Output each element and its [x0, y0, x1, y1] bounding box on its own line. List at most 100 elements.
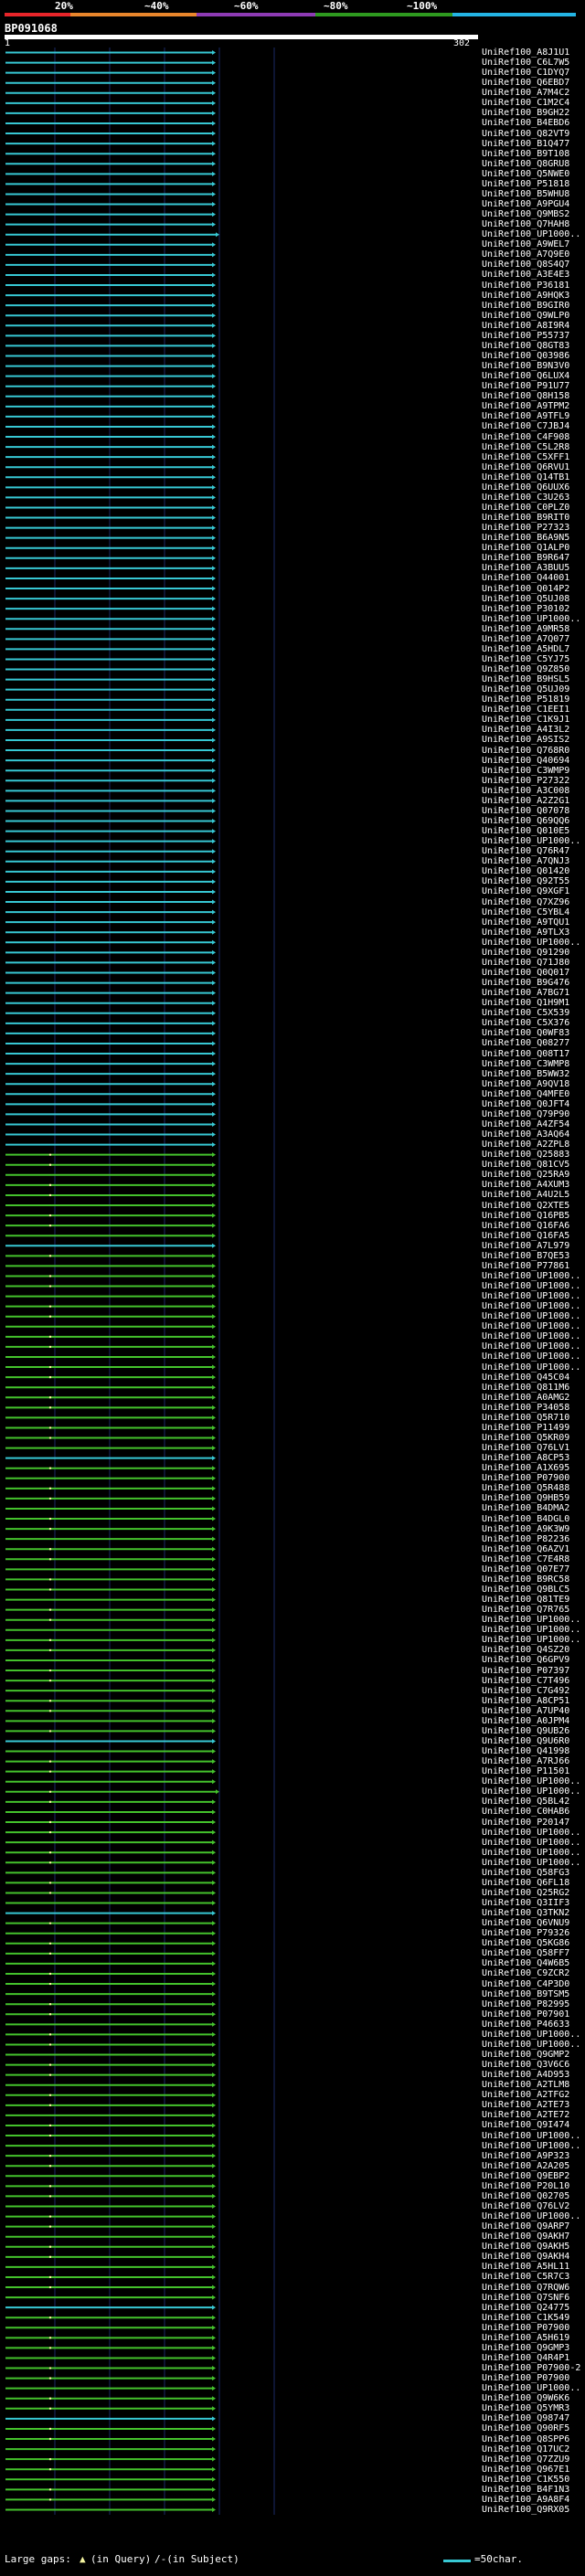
hit-label[interactable]: UniRef100_A3AQ64 — [482, 1129, 569, 1140]
hit-label[interactable]: UniRef100_C1EEI1 — [482, 705, 569, 715]
hit-label[interactable]: UniRef100_A9K3W9 — [482, 1524, 569, 1534]
hit-label[interactable]: UniRef100_Q17UC2 — [482, 2444, 569, 2454]
hit-label[interactable]: UniRef100_A9TLX3 — [482, 928, 569, 938]
hit-label[interactable]: UniRef100_B4F1N3 — [482, 2485, 569, 2495]
hit-label[interactable]: UniRef100_Q90RF5 — [482, 2423, 569, 2433]
hit-label[interactable]: UniRef100_Q9HB59 — [482, 1493, 569, 1503]
hit-label[interactable]: UniRef100_C0HAB6 — [482, 1807, 569, 1817]
hit-label[interactable]: UniRef100_P11501 — [482, 1766, 569, 1776]
hit-label[interactable]: UniRef100_P07900-2 — [482, 2363, 580, 2373]
hit-label[interactable]: UniRef100_Q9GMP3 — [482, 2343, 569, 2353]
hit-label[interactable]: UniRef100_B9RIT0 — [482, 513, 569, 523]
hit-label[interactable]: UniRef100_A4I3L2 — [482, 725, 569, 735]
hit-label[interactable]: UniRef100_P36181 — [482, 281, 569, 291]
hit-label[interactable]: UniRef100_A9MR58 — [482, 624, 569, 634]
hit-label[interactable]: UniRef100_UP1000.. — [482, 1786, 580, 1797]
hit-label[interactable]: UniRef100_Q5NWE0 — [482, 169, 569, 179]
hit-label[interactable]: UniRef100_C1K549 — [482, 2313, 569, 2323]
hit-label[interactable]: UniRef100_A2Z2G1 — [482, 796, 569, 806]
hit-label[interactable]: UniRef100_Q9W6K6 — [482, 2393, 569, 2403]
hit-label[interactable]: UniRef100_Q9Z850 — [482, 664, 569, 674]
hit-label[interactable]: UniRef100_Q4R4P1 — [482, 2353, 569, 2363]
hit-label[interactable]: UniRef100_Q9AKH4 — [482, 2252, 569, 2262]
hit-label[interactable]: UniRef100_Q76LV2 — [482, 2201, 569, 2211]
hit-label[interactable]: UniRef100_Q8H158 — [482, 391, 569, 401]
hit-label[interactable]: UniRef100_C5R7C3 — [482, 2272, 569, 2282]
hit-label[interactable]: UniRef100_P07900 — [482, 2373, 569, 2383]
hit-label[interactable]: UniRef100_P27322 — [482, 776, 569, 786]
hit-label[interactable]: UniRef100_B9HSL5 — [482, 674, 569, 684]
hit-label[interactable]: UniRef100_A7QNJ3 — [482, 856, 569, 866]
hit-label[interactable]: UniRef100_C3U263 — [482, 493, 569, 503]
hit-label[interactable]: UniRef100_UP1000.. — [482, 1352, 580, 1362]
hit-label[interactable]: UniRef100_Q7XZ96 — [482, 897, 569, 907]
hit-label[interactable]: UniRef100_C6L7W5 — [482, 58, 569, 68]
hit-label[interactable]: UniRef100_Q4W6B5 — [482, 1958, 569, 1968]
hit-label[interactable]: UniRef100_A7RJ66 — [482, 1756, 569, 1766]
hit-label[interactable]: UniRef100_A2TFG2 — [482, 2090, 569, 2100]
hit-label[interactable]: UniRef100_Q8GT83 — [482, 341, 569, 351]
hit-label[interactable]: UniRef100_Q3TKN2 — [482, 1908, 569, 1918]
hit-label[interactable]: UniRef100_A4ZF54 — [482, 1119, 569, 1129]
hit-label[interactable]: UniRef100_C5X376 — [482, 1018, 569, 1028]
hit-label[interactable]: UniRef100_Q41998 — [482, 1746, 569, 1756]
hit-label[interactable]: UniRef100_P11499 — [482, 1423, 569, 1433]
hit-label[interactable]: UniRef100_C5YBL4 — [482, 907, 569, 917]
hit-label[interactable]: UniRef100_Q9AKH7 — [482, 2231, 569, 2242]
hit-label[interactable]: UniRef100_Q02705 — [482, 2191, 569, 2201]
hit-label[interactable]: UniRef100_C1DYQ7 — [482, 68, 569, 78]
hit-label[interactable]: UniRef100_B4DGL0 — [482, 1514, 569, 1524]
hit-label[interactable]: UniRef100_C4F908 — [482, 432, 569, 442]
hit-label[interactable]: UniRef100_Q81TE9 — [482, 1595, 569, 1605]
hit-label[interactable]: UniRef100_UP1000.. — [482, 2040, 580, 2050]
hit-label[interactable]: UniRef100_A9PGU4 — [482, 199, 569, 209]
hit-label[interactable]: UniRef100_B5WW32 — [482, 1069, 569, 1079]
hit-label[interactable]: UniRef100_P07397 — [482, 1666, 569, 1676]
hit-label[interactable]: UniRef100_Q014P2 — [482, 584, 569, 594]
hit-label[interactable]: UniRef100_C1K9J1 — [482, 715, 569, 725]
hit-label[interactable]: UniRef100_A2TE73 — [482, 2100, 569, 2110]
hit-label[interactable]: UniRef100_Q6UUX6 — [482, 482, 569, 493]
hit-label[interactable]: UniRef100_Q5KR09 — [482, 1433, 569, 1443]
hit-label[interactable]: UniRef100_UP1000.. — [482, 1858, 580, 1868]
hit-label[interactable]: UniRef100_A3C008 — [482, 786, 569, 796]
hit-label[interactable]: UniRef100_Q08277 — [482, 1038, 569, 1048]
hit-label[interactable]: UniRef100_P82995 — [482, 1999, 569, 2009]
hit-label[interactable]: UniRef100_A7Q9E0 — [482, 249, 569, 260]
hit-label[interactable]: UniRef100_B9RC58 — [482, 1574, 569, 1585]
hit-label[interactable]: UniRef100_Q9GMP2 — [482, 2050, 569, 2060]
hit-label[interactable]: UniRef100_Q98747 — [482, 2413, 569, 2423]
hit-label[interactable]: UniRef100_UP1000.. — [482, 1848, 580, 1858]
hit-label[interactable]: UniRef100_P55737 — [482, 331, 569, 341]
hit-label[interactable]: UniRef100_A2TLM8 — [482, 2080, 569, 2090]
hit-label[interactable]: UniRef100_Q6FL18 — [482, 1878, 569, 1888]
hit-label[interactable]: UniRef100_A9P323 — [482, 2151, 569, 2161]
hit-label[interactable]: UniRef100_UP1000.. — [482, 614, 580, 624]
hit-label[interactable]: UniRef100_UP1000.. — [482, 229, 580, 239]
hit-label[interactable]: UniRef100_A9QV18 — [482, 1079, 569, 1089]
hit-label[interactable]: UniRef100_B4DMA2 — [482, 1503, 569, 1513]
hit-label[interactable]: UniRef100_P51819 — [482, 694, 569, 705]
hit-label[interactable]: UniRef100_UP1000.. — [482, 2030, 580, 2040]
hit-label[interactable]: UniRef100_UP1000.. — [482, 1625, 580, 1635]
hit-label[interactable]: UniRef100_A9TFL9 — [482, 411, 569, 421]
hit-label[interactable]: UniRef100_A0JPM4 — [482, 1716, 569, 1726]
hit-label[interactable]: UniRef100_B7QE53 — [482, 1251, 569, 1261]
hit-label[interactable]: UniRef100_A4D953 — [482, 2070, 569, 2080]
hit-label[interactable]: UniRef100_A5HDL7 — [482, 644, 569, 654]
hit-label[interactable]: UniRef100_Q9AKH5 — [482, 2242, 569, 2252]
hit-label[interactable]: UniRef100_P51818 — [482, 179, 569, 189]
hit-label[interactable]: UniRef100_Q81CV5 — [482, 1160, 569, 1170]
hit-label[interactable]: UniRef100_Q5KG86 — [482, 1938, 569, 1948]
hit-label[interactable]: UniRef100_Q9BLC5 — [482, 1585, 569, 1595]
hit-label[interactable]: UniRef100_A8CP51 — [482, 1696, 569, 1706]
hit-label[interactable]: UniRef100_UP1000.. — [482, 1281, 580, 1291]
hit-label[interactable]: UniRef100_C1M2C4 — [482, 98, 569, 108]
hit-label[interactable]: UniRef100_Q5BL42 — [482, 1797, 569, 1807]
hit-label[interactable]: UniRef100_Q91290 — [482, 948, 569, 958]
hit-label[interactable]: UniRef100_UP1000.. — [482, 1362, 580, 1373]
hit-label[interactable]: UniRef100_Q6GPV9 — [482, 1655, 569, 1665]
hit-label[interactable]: UniRef100_P79326 — [482, 1928, 569, 1938]
hit-label[interactable]: UniRef100_A9TQU1 — [482, 917, 569, 928]
hit-label[interactable]: UniRef100_Q9XGF1 — [482, 886, 569, 896]
